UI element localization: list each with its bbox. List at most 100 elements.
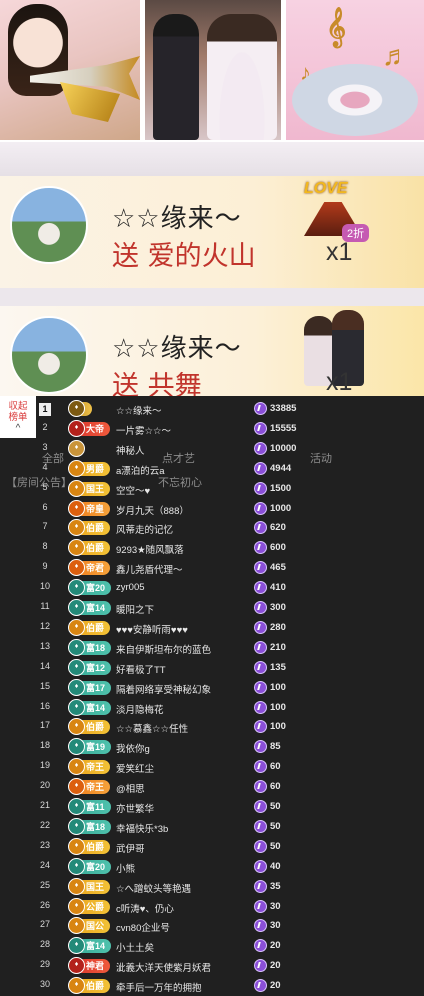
leaderboard-row[interactable]: 15 ♦ 富17 隔着网络享受神秘幻象 100 — [36, 678, 424, 698]
rank-number: 12 — [39, 620, 50, 631]
user-name[interactable]: 好看极了TT — [116, 662, 166, 676]
user-name[interactable]: 风蒂走的记忆 — [116, 522, 173, 536]
leaderboard-row[interactable]: 17 ♦ 伯爵 ☆☆慕鑫☆☆任性 100 — [36, 717, 424, 737]
leaderboard-row[interactable]: 12 ♦ 伯爵 ♥♥♥安静听雨♥♥♥ 280 — [36, 618, 424, 638]
user-name[interactable]: 武伊哥 — [116, 841, 145, 855]
leaderboard-row[interactable]: 19 ♦ 帝王 爱笑红尘 60 — [36, 757, 424, 777]
leaderboard-row[interactable]: 8 ♦ 伯爵 9293★随风飘落 600 — [36, 538, 424, 558]
user-name[interactable]: ☆☆缘来～ — [116, 403, 162, 417]
score-value: 50 — [270, 840, 281, 852]
user-name[interactable]: 小熊 — [116, 861, 135, 875]
lightning-coin-icon — [254, 899, 267, 913]
badge-emblem-icon: ♦ — [68, 817, 85, 835]
user-name[interactable]: 泚義大洋天使紫月妖君 — [116, 960, 211, 974]
user-name[interactable]: 暖阳之下 — [116, 602, 154, 616]
user-name[interactable]: 亦世繁华 — [116, 801, 154, 815]
user-name[interactable]: cvn80企业号 — [116, 920, 170, 934]
leaderboard-row[interactable]: 5 ♦ 国王 空空～♥ 1500 — [36, 479, 424, 499]
leaderboard-row[interactable]: 2 ♦ 大帝 一片雾☆☆～ 15555 — [36, 419, 424, 439]
user-name[interactable]: 岁月九天（888） — [116, 503, 189, 517]
leaderboard-row[interactable]: 27 ♦ 国公 cvn80企业号 30 — [36, 916, 424, 936]
user-name[interactable]: 牵手后一万年的拥抱 — [116, 980, 202, 994]
leaderboard-row[interactable]: 30 ♦ 伯爵 牵手后一万年的拥抱 20 — [36, 976, 424, 996]
user-name[interactable]: 淡月隐梅花 — [116, 702, 164, 716]
leaderboard-row[interactable]: 4 ♦ 男爵 a漂泊的云a 4944 — [36, 459, 424, 479]
user-name[interactable]: 隔着网络享受神秘幻象 — [116, 682, 211, 696]
leaderboard-row[interactable]: 22 ♦ 富18 幸福快乐*3b 50 — [36, 817, 424, 837]
badge-emblem-icon: ♦ — [68, 618, 85, 636]
user-name[interactable]: 空空～♥ — [116, 483, 150, 497]
rank-number: 5 — [42, 481, 48, 492]
level-badge: ♦ 帝君 — [68, 559, 111, 577]
user-name[interactable]: 9293★随风飘落 — [116, 542, 184, 556]
leaderboard-row[interactable]: 26 ♦ 公爵 c听涛♥、仍心 30 — [36, 897, 424, 917]
user-name[interactable]: 来自伊斯坦布尔的蓝色 — [116, 642, 211, 656]
avatar[interactable] — [10, 186, 88, 264]
badge-emblem-icon: ♦ — [68, 419, 85, 437]
user-name[interactable]: 小土土矣 — [116, 940, 154, 954]
badge-emblem-icon: ♦ — [68, 857, 85, 875]
thumbnail-music-disc[interactable]: 𝄞 ♬ ♪ — [286, 0, 424, 140]
lightning-coin-icon — [254, 819, 267, 833]
leaderboard-row[interactable]: 1 ♦ ☆☆缘来～ 33885 — [36, 399, 424, 419]
score-value: 30 — [270, 920, 281, 932]
user-name[interactable]: 鑫儿尧盾代理～ — [116, 562, 183, 576]
user-name[interactable]: ☆☆慕鑫☆☆任性 — [116, 721, 188, 735]
leaderboard-row[interactable]: 29 ♦ 神君 泚義大洋天使紫月妖君 20 — [36, 956, 424, 976]
leaderboard-row[interactable]: 24 ♦ 富20 小熊 40 — [36, 857, 424, 877]
leaderboard-row[interactable]: 10 ♦ 富20 zyr005 410 — [36, 578, 424, 598]
user-name[interactable]: zyr005 — [116, 582, 145, 593]
love-volcano-gift-icon: LOVE 2折 — [298, 180, 370, 242]
leaderboard-row[interactable]: 11 ♦ 富14 暖阳之下 300 — [36, 598, 424, 618]
leaderboard-row[interactable]: 16 ♦ 富14 淡月隐梅花 100 — [36, 698, 424, 718]
level-badge: ♦ 帝皇 — [68, 499, 111, 517]
score-value: 10000 — [270, 442, 297, 454]
leaderboard-row[interactable]: 14 ♦ 富12 好看极了TT 135 — [36, 658, 424, 678]
leaderboard-row[interactable]: 9 ♦ 帝君 鑫儿尧盾代理～ 465 — [36, 558, 424, 578]
leaderboard-row[interactable]: 21 ♦ 富11 亦世繁华 50 — [36, 797, 424, 817]
user-name[interactable]: a漂泊的云a — [116, 463, 165, 477]
user-name[interactable]: 一片雾☆☆～ — [116, 423, 171, 437]
badge-emblem-icon: ♦ — [68, 738, 85, 756]
user-name[interactable]: ☆へ蹭蚊头等艳遇 — [116, 881, 191, 895]
score-value: 100 — [270, 681, 286, 693]
thumbnail-wedding-couple[interactable] — [145, 0, 281, 140]
leaderboard-row[interactable]: 18 ♦ 富19 我依你g 85 — [36, 737, 424, 757]
badge-emblem-icon: ♦ — [68, 758, 85, 776]
badge-label: 富14 — [86, 702, 106, 713]
level-badge: ♦ 富14 — [68, 599, 112, 616]
badge-emblem-icon: ♦ — [68, 559, 85, 577]
leaderboard-row[interactable]: 25 ♦ 国王 ☆へ蹭蚊头等艳遇 35 — [36, 877, 424, 897]
thumbnail-airplane-girl[interactable] — [0, 0, 140, 140]
badge-label: 国公 — [86, 921, 105, 932]
leaderboard-row[interactable]: 6 ♦ 帝皇 岁月九天（888） 1000 — [36, 499, 424, 519]
user-name[interactable]: 爱笑红尘 — [116, 761, 154, 775]
user-name[interactable]: @相思 — [116, 781, 145, 795]
score-value: 100 — [270, 721, 286, 733]
avatar[interactable] — [10, 316, 88, 394]
lightning-coin-icon — [254, 979, 267, 993]
badge-label: 帝皇 — [86, 503, 105, 514]
user-name[interactable]: ♥♥♥安静听雨♥♥♥ — [116, 622, 188, 636]
leaderboard-row[interactable]: 13 ♦ 富18 来自伊斯坦布尔的蓝色 210 — [36, 638, 424, 658]
level-badge: ♦ 伯爵 — [68, 618, 111, 636]
leaderboard-row[interactable]: 20 ♦ 帝王 @相思 60 — [36, 777, 424, 797]
badge-emblem-icon: ♦ — [68, 957, 85, 975]
score-value: 20 — [270, 960, 281, 972]
rank-number: 16 — [39, 700, 50, 711]
leaderboard-row[interactable]: 28 ♦ 富14 小土土矣 20 — [36, 936, 424, 956]
score-value: 280 — [270, 621, 286, 633]
badge-emblem-icon: ♦ — [68, 638, 85, 656]
score-value: 50 — [270, 820, 281, 832]
score-value: 20 — [270, 940, 281, 952]
leaderboard-toggle[interactable]: 収起 榜单 ^ — [0, 396, 36, 438]
leaderboard-row[interactable]: 23 ♦ 伯爵 武伊哥 50 — [36, 837, 424, 857]
user-name[interactable]: c听涛♥、仍心 — [116, 901, 174, 915]
leaderboard-row[interactable]: 3 ♦ 神秘人 10000 — [36, 439, 424, 459]
lightning-coin-icon — [254, 959, 267, 973]
user-name[interactable]: 神秘人 — [116, 443, 145, 457]
leaderboard-row[interactable]: 7 ♦ 伯爵 风蒂走的记忆 620 — [36, 518, 424, 538]
user-name[interactable]: 我依你g — [116, 741, 150, 755]
badge-emblem-icon: ♦ — [68, 877, 85, 895]
user-name[interactable]: 幸福快乐*3b — [116, 821, 168, 835]
